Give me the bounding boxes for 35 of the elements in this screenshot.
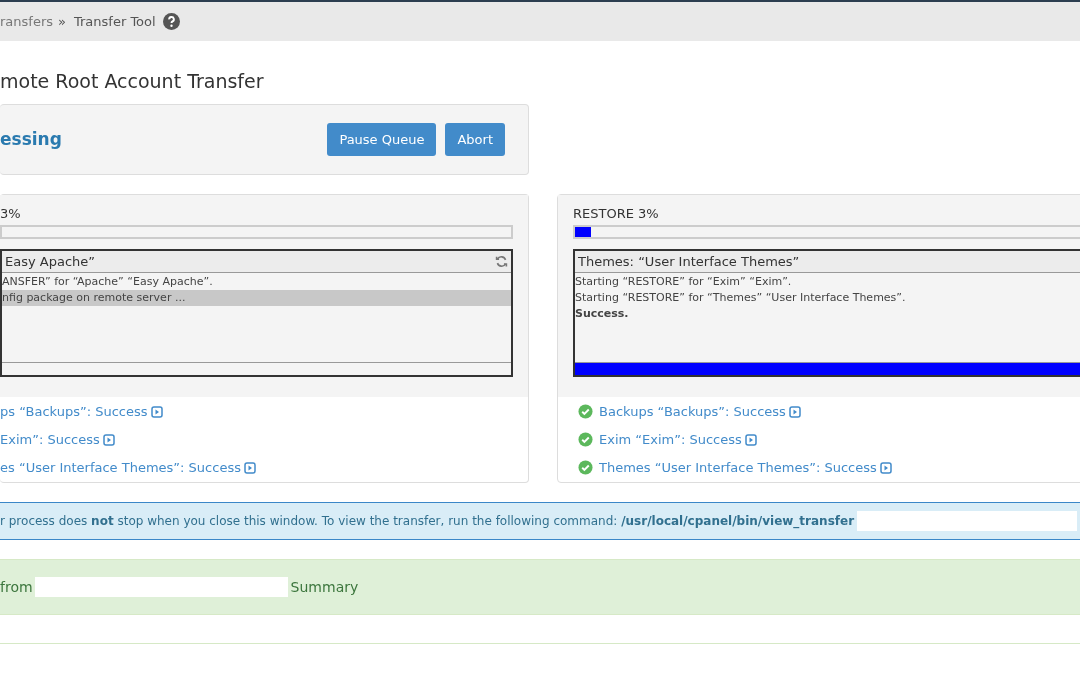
pause-button[interactable]: Pause Queue [327, 123, 437, 156]
check-icon [578, 460, 593, 475]
abort-button[interactable]: Abort [445, 123, 505, 156]
help-icon[interactable] [162, 13, 180, 30]
log-line: Starting “RESTORE” for “Exim” “Exim”. [575, 274, 793, 290]
progress-label: RESTORE 3% [573, 206, 660, 222]
result-link[interactable]: Backups “Backups”: Success [599, 401, 801, 422]
refresh-icon[interactable] [495, 255, 508, 268]
progress-label: 3% [0, 206, 22, 222]
log-line: Success. [575, 306, 630, 322]
check-icon [578, 432, 593, 447]
result-link[interactable]: Themes “User Interface Themes”: Success [599, 457, 892, 478]
play-icon [788, 405, 801, 418]
breadcrumb-current: Transfer Tool [74, 12, 156, 31]
result-link[interactable]: es “User Interface Themes”: Success [0, 457, 256, 478]
play-icon [243, 461, 256, 474]
play-icon [102, 433, 115, 446]
log-title: Themes: “User Interface Themes” [578, 252, 800, 271]
breadcrumb-separator: » [58, 12, 66, 31]
play-icon [744, 433, 757, 446]
breadcrumb-link[interactable]: ransfers [0, 11, 53, 32]
play-icon [879, 461, 892, 474]
play-icon [150, 405, 163, 418]
result-link[interactable]: Exim”: Success [0, 429, 115, 450]
log-line: ANSFER” for “Apache” “Easy Apache”. [2, 274, 214, 290]
notice-text: r process does not stop when you close this window. To view the transfer, run the following command: /usr/local/cpanel/bin/view_transfer [0, 513, 855, 530]
queue-status: essing [0, 127, 62, 151]
summary-prefix: from [0, 577, 33, 597]
summary-label: Summary [290, 577, 359, 597]
check-icon [578, 404, 593, 419]
log-line: Starting “RESTORE” for “Themes” “User Interface Themes”. [575, 290, 907, 306]
result-link[interactable]: ps “Backups”: Success [0, 401, 163, 422]
log-title: Easy Apache” [5, 252, 95, 271]
page-title: mote Root Account Transfer [0, 69, 265, 93]
result-link[interactable]: Exim “Exim”: Success [599, 429, 757, 450]
